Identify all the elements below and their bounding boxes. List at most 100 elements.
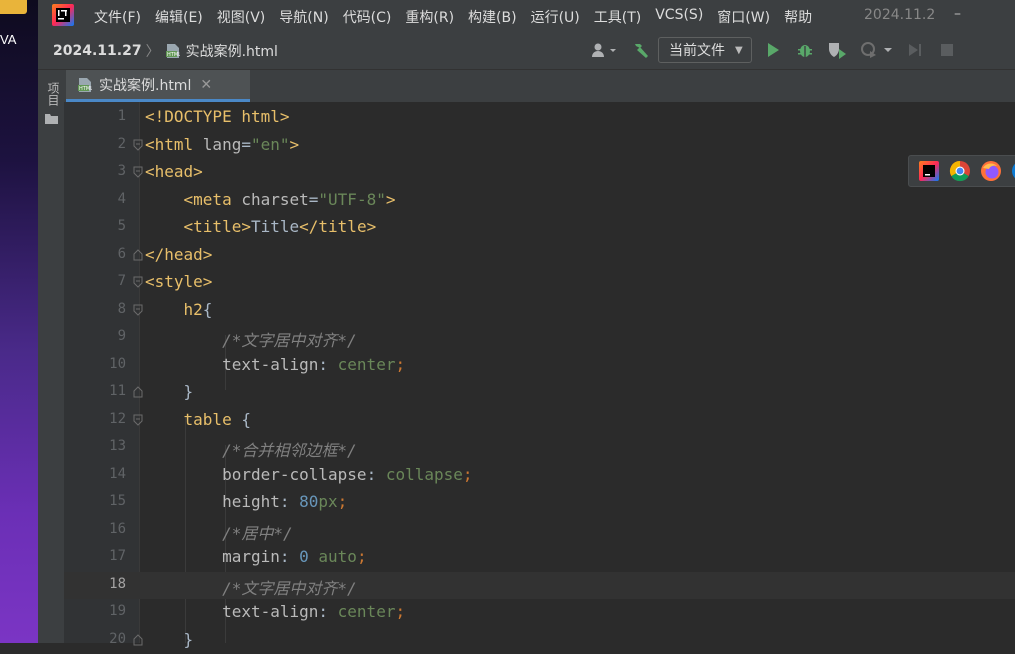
code-line: 2 <html lang="en"> bbox=[64, 132, 1015, 160]
fold-marker-icon[interactable] bbox=[133, 304, 143, 316]
code-line: 17 margin: 0 auto; bbox=[64, 544, 1015, 572]
window-project-title: 2024.11.2 bbox=[864, 7, 934, 23]
line-number: 6 bbox=[64, 246, 126, 262]
ide-window: 文件(F) 编辑(E) 视图(V) 导航(N) 代码(C) 重构(R) 构建(B… bbox=[38, 0, 1015, 643]
line-number: 11 bbox=[64, 383, 126, 399]
code-line: 6 </head> bbox=[64, 242, 1015, 270]
menu-code[interactable]: 代码(C) bbox=[343, 7, 392, 27]
run-configuration-label: 当前文件 bbox=[669, 40, 725, 60]
code-text: /*居中*/ bbox=[145, 520, 293, 544]
folder-icon[interactable] bbox=[45, 114, 58, 124]
run-configuration-select[interactable]: 当前文件 ▼ bbox=[658, 37, 752, 63]
folder-icon[interactable] bbox=[0, 0, 27, 14]
svg-text:HTML: HTML bbox=[79, 86, 92, 92]
line-number: 5 bbox=[64, 218, 126, 234]
menu-vcs[interactable]: VCS(S) bbox=[655, 7, 703, 27]
code-line: 19 text-align: center; bbox=[64, 599, 1015, 627]
code-line: 5 <title>Title</title> bbox=[64, 214, 1015, 242]
code-text: /*文字居中对齐*/ bbox=[145, 575, 357, 599]
menu-edit[interactable]: 编辑(E) bbox=[155, 7, 203, 27]
code-line: 14 border-collapse: collapse; bbox=[64, 462, 1015, 490]
code-text: /*文字居中对齐*/ bbox=[145, 327, 357, 351]
toolbar: 当前文件 ▼ bbox=[586, 37, 958, 63]
code-text: <head> bbox=[145, 162, 203, 181]
menu-help[interactable]: 帮助 bbox=[784, 7, 812, 27]
code-line: 3 <head> bbox=[64, 159, 1015, 187]
code-line: 13 /*合并相邻边框*/ bbox=[64, 434, 1015, 462]
fold-marker-icon[interactable] bbox=[133, 166, 143, 178]
project-tool-strip: 项目 bbox=[38, 70, 65, 643]
code-line: 8 h2{ bbox=[64, 297, 1015, 325]
fold-marker-icon[interactable] bbox=[133, 414, 143, 426]
code-line-current: 18 /*文字居中对齐*/ bbox=[64, 572, 1015, 600]
intellij-logo-icon[interactable] bbox=[52, 4, 74, 26]
code-text: text-align: center; bbox=[145, 355, 405, 374]
code-text: margin: 0 auto; bbox=[145, 547, 367, 566]
line-number: 13 bbox=[64, 438, 126, 454]
browser-preview-popup bbox=[908, 155, 1015, 187]
menu-bar: 文件(F) 编辑(E) 视图(V) 导航(N) 代码(C) 重构(R) 构建(B… bbox=[38, 0, 1015, 32]
code-text: border-collapse: collapse; bbox=[145, 465, 473, 484]
chevron-down-icon: ▼ bbox=[735, 45, 743, 56]
menu-file[interactable]: 文件(F) bbox=[94, 7, 141, 27]
code-text: h2{ bbox=[145, 300, 212, 319]
step-icon[interactable] bbox=[904, 39, 926, 61]
breadcrumb-file[interactable]: 实战案例.html bbox=[186, 41, 278, 61]
menu-window[interactable]: 窗口(W) bbox=[717, 7, 770, 27]
project-tool-button[interactable]: 项目 bbox=[45, 82, 62, 106]
breadcrumb: 2024.11.27 〉 HTML 实战案例.html bbox=[53, 41, 278, 61]
line-number: 17 bbox=[64, 548, 126, 564]
profiler-icon[interactable] bbox=[858, 39, 898, 61]
menu-refactor[interactable]: 重构(R) bbox=[405, 7, 454, 27]
breadcrumb-project[interactable]: 2024.11.27 bbox=[53, 43, 142, 59]
user-icon[interactable] bbox=[586, 39, 622, 61]
fold-marker-icon[interactable] bbox=[133, 276, 143, 288]
line-number: 4 bbox=[64, 191, 126, 207]
line-number: 20 bbox=[64, 631, 126, 647]
menu-build[interactable]: 构建(B) bbox=[468, 7, 517, 27]
firefox-icon[interactable] bbox=[980, 160, 1002, 182]
code-line: 7 <style> bbox=[64, 269, 1015, 297]
menu-view[interactable]: 视图(V) bbox=[217, 7, 266, 27]
tab-label: 实战案例.html bbox=[99, 75, 191, 95]
line-number: 7 bbox=[64, 273, 126, 289]
menu-navigate[interactable]: 导航(N) bbox=[279, 7, 328, 27]
coverage-icon[interactable] bbox=[826, 39, 848, 61]
line-number: 2 bbox=[64, 136, 126, 152]
close-icon[interactable]: ✕ bbox=[200, 77, 212, 93]
line-number: 12 bbox=[64, 411, 126, 427]
code-text: <html lang="en"> bbox=[145, 135, 299, 154]
fold-marker-icon[interactable] bbox=[133, 249, 143, 261]
build-hammer-icon[interactable] bbox=[630, 39, 652, 61]
chrome-icon[interactable] bbox=[949, 160, 971, 182]
code-line: 12 table { bbox=[64, 407, 1015, 435]
code-text: <title>Title</title> bbox=[145, 217, 376, 236]
code-line: 1 <!DOCTYPE html> bbox=[64, 104, 1015, 132]
desktop-background: VA bbox=[0, 0, 38, 643]
code-text: <meta charset="UTF-8"> bbox=[145, 190, 395, 209]
code-line: 20 } bbox=[64, 627, 1015, 654]
fold-marker-icon[interactable] bbox=[133, 634, 143, 646]
code-editor[interactable]: 1 <!DOCTYPE html> 2 <html lang="en"> 3 <… bbox=[64, 102, 1015, 643]
debug-bug-icon[interactable] bbox=[794, 39, 816, 61]
code-text: height: 80px; bbox=[145, 492, 347, 511]
fold-marker-icon[interactable] bbox=[133, 139, 143, 151]
code-text: } bbox=[145, 382, 193, 401]
code-text: table { bbox=[145, 410, 251, 429]
menu-run[interactable]: 运行(U) bbox=[531, 7, 580, 27]
fold-marker-icon[interactable] bbox=[133, 386, 143, 398]
code-text: <!DOCTYPE html> bbox=[145, 107, 290, 126]
code-text: </head> bbox=[145, 245, 212, 264]
minimize-button[interactable]: – bbox=[954, 6, 961, 22]
line-number: 16 bbox=[64, 521, 126, 537]
svg-text:HTML: HTML bbox=[167, 52, 180, 58]
edge-icon[interactable] bbox=[1011, 160, 1015, 182]
tab-file[interactable]: HTML 实战案例.html ✕ bbox=[66, 70, 250, 102]
menu-tools[interactable]: 工具(T) bbox=[594, 7, 641, 27]
stop-icon[interactable] bbox=[936, 39, 958, 61]
intellij-icon[interactable] bbox=[918, 160, 940, 182]
run-icon[interactable] bbox=[762, 39, 784, 61]
line-number: 1 bbox=[64, 108, 126, 124]
code-line: 9 /*文字居中对齐*/ bbox=[64, 324, 1015, 352]
line-number: 15 bbox=[64, 493, 126, 509]
